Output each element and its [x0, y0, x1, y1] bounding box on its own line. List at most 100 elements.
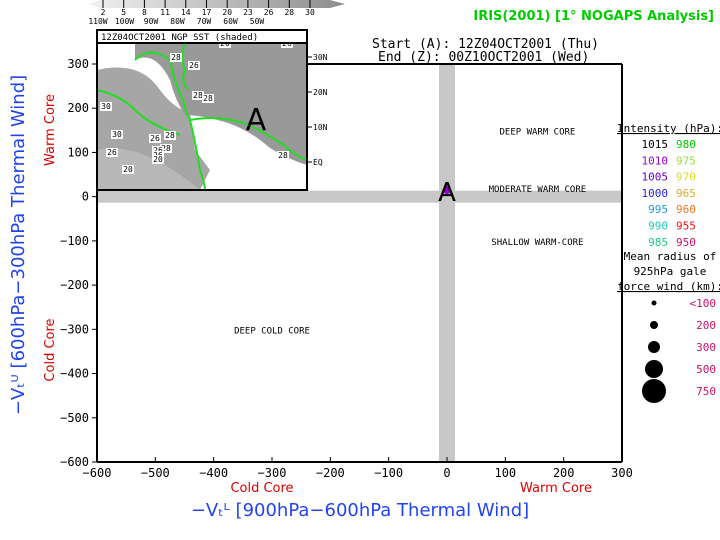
intensity-legend-entry: 970 — [676, 171, 696, 184]
intensity-legend-entry: 950 — [676, 236, 696, 249]
y-tick-label: −300 — [60, 322, 89, 336]
intensity-legend-entry: 960 — [676, 203, 696, 216]
radius-legend-label: <100 — [690, 297, 717, 310]
y-axis-title: −Vₜᵁ [600hPa−300hPa Thermal Wind] — [8, 75, 29, 415]
end-label: End (Z): 00Z10OCT2001 (Wed) — [378, 50, 589, 65]
contour-label: 26 — [107, 148, 117, 157]
inset-lat-label: 20N — [313, 88, 328, 97]
contour-label: 20 — [153, 155, 163, 164]
contour-label: 28 — [278, 151, 288, 160]
inset-lon-label: 90W — [144, 17, 159, 26]
intensity-legend-entry: 965 — [676, 187, 696, 200]
intensity-legend-title: Intensity (hPa): — [617, 122, 720, 135]
inset-lon-label: 80W — [170, 17, 185, 26]
colorbar-tick-label: 26 — [264, 8, 274, 17]
inset-lat-label: EQ — [313, 158, 323, 167]
x-tick-label: 200 — [553, 466, 575, 480]
radius-legend-label: 300 — [696, 341, 716, 354]
colorbar-tick-label: 17 — [202, 8, 212, 17]
x-tick-label: −300 — [258, 466, 287, 480]
chart-title: IRIS(2001) [1° NOGAPS Analysis] — [473, 9, 714, 24]
y-tick-label: −100 — [60, 234, 89, 248]
contour-label: 28 — [171, 53, 181, 62]
intensity-legend-entry: 955 — [676, 220, 696, 233]
inset-lat-label: 10N — [313, 123, 328, 132]
y-tick-label: 200 — [67, 101, 89, 115]
contour-label: 28 — [165, 131, 175, 140]
colorbar-tick-label: 5 — [121, 8, 126, 17]
radius-legend-label: 200 — [696, 319, 716, 332]
intensity-legend-entry: 975 — [676, 154, 696, 167]
region-label: DEEP COLD CORE — [234, 326, 310, 336]
radius-legend-circle — [650, 321, 658, 329]
radius-legend-label: 500 — [696, 363, 716, 376]
y-tick-label: −400 — [60, 367, 89, 381]
colorbar-tick-label: 20 — [222, 8, 232, 17]
x-tick-label: 0 — [443, 466, 450, 480]
y-warm-core-label: Warm Core — [43, 94, 58, 166]
inset-sst-map: 2026282628283030262828262626202028 A 12Z… — [88, 17, 328, 191]
x-tick-label: 100 — [494, 466, 516, 480]
x-tick-label: −400 — [199, 466, 228, 480]
inset-lon-label: 70W — [197, 17, 212, 26]
x-tick-label: −500 — [141, 466, 170, 480]
colorbar-tick-label: 23 — [243, 8, 253, 17]
intensity-legend-entry: 980 — [676, 138, 696, 151]
inset-lon-label: 110W — [88, 17, 107, 26]
region-label: DEEP WARM CORE — [499, 127, 575, 137]
intensity-legend-entry: 1015 — [642, 138, 669, 151]
inset-lat-label: 30N — [313, 53, 328, 62]
radius-legend-title-2: 925hPa gale — [634, 265, 707, 278]
cyclone-phase-chart: 2 5 8 11 14 17 20 23 26 28 30 IRIS(2001) [1° NOGAP… — [8, 0, 720, 521]
radius-legend-circle — [648, 341, 660, 353]
contour-label: 26 — [150, 134, 160, 143]
radius-legend-circle — [645, 360, 663, 378]
region-label: SHALLOW WARM-CORE — [491, 238, 583, 248]
x-axis-title: −Vₜᴸ [900hPa−600hPa Thermal Wind] — [191, 500, 529, 521]
colorbar-tick-label: 8 — [142, 8, 147, 17]
intensity-legend-entry: 990 — [648, 220, 668, 233]
radius-legend-title-1: Mean radius of — [624, 250, 717, 263]
track-point-label: A — [438, 178, 456, 208]
x-warm-core-label: Warm Core — [520, 481, 592, 496]
y-tick-label: 0 — [82, 190, 89, 204]
x-tick-label: 300 — [611, 466, 633, 480]
contour-label: 26 — [189, 61, 199, 70]
x-tick-label: −200 — [316, 466, 345, 480]
sst-colorbar: 2 5 8 11 14 17 20 23 26 28 30 — [88, 0, 345, 17]
colorbar-tick-label: 14 — [181, 8, 191, 17]
y-tick-label: 100 — [67, 145, 89, 159]
contour-label: 30 — [112, 130, 122, 139]
zero-x-band — [439, 64, 455, 462]
y-cold-core-label: Cold Core — [43, 318, 58, 381]
x-tick-label: −100 — [374, 466, 403, 480]
intensity-legend-entry: 995 — [648, 203, 668, 216]
inset-storm-marker: A — [246, 103, 267, 138]
radius-legend-circle — [642, 379, 666, 403]
colorbar-tick-label: 11 — [160, 8, 170, 17]
intensity-legend-entry: 1010 — [642, 154, 669, 167]
radius-legend-title-3: force wind (km): — [617, 280, 720, 293]
x-cold-core-label: Cold Core — [230, 481, 293, 496]
colorbar-tick-label: 28 — [284, 8, 294, 17]
contour-label: 30 — [101, 102, 111, 111]
inset-lon-label: 50W — [250, 17, 265, 26]
inset-title: 12Z04OCT2001 NGP SST (shaded) — [101, 33, 258, 43]
inset-lon-label: 60W — [223, 17, 238, 26]
colorbar-tick-label: 2 — [101, 8, 106, 17]
colorbar-bar — [88, 0, 345, 8]
intensity-legend-entry: 985 — [648, 236, 668, 249]
y-tick-label: −200 — [60, 278, 89, 292]
intensity-legend: Intensity (hPa): 1015 980 1010 975 1005 970 10… — [617, 122, 720, 249]
region-label: MODERATE WARM CORE — [489, 185, 587, 195]
y-tick-label: −600 — [60, 455, 89, 469]
inset-lon-label: 100W — [115, 17, 134, 26]
contour-label: 28 — [203, 94, 213, 103]
intensity-legend-entry: 1005 — [642, 171, 669, 184]
y-tick-label: 300 — [67, 57, 89, 71]
radius-legend-label: 750 — [696, 385, 716, 398]
radius-legend-circle — [651, 300, 657, 306]
radius-legend: Mean radius of 925hPa gale force wind (k… — [617, 250, 720, 403]
contour-label: 28 — [193, 91, 203, 100]
intensity-legend-entry: 1000 — [642, 187, 669, 200]
